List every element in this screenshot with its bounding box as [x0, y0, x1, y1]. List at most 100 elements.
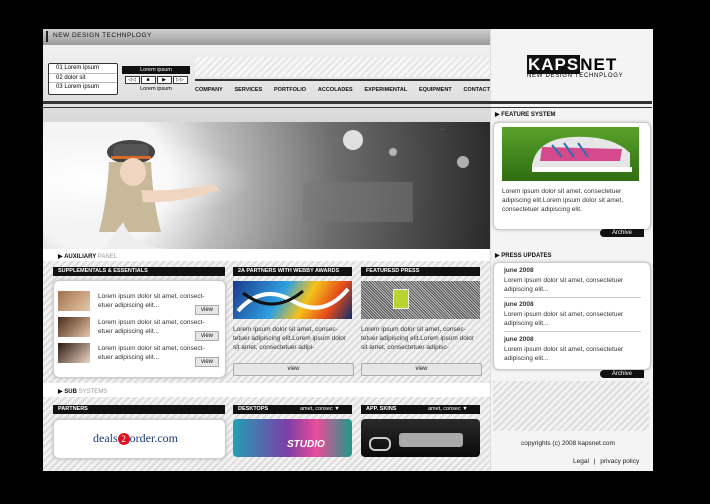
sneaker-illustration [532, 136, 632, 172]
main-nav: COMPANY SERVICES PORTFOLIO ACCOLADES EXP… [195, 87, 490, 99]
media-player: Lorem ipsum ◁◁ ■ ▶ ▷▷ Lorem ipsum [122, 66, 190, 94]
nav-accolades[interactable]: ACCOLADES [318, 87, 353, 99]
sub-marker-icon: ▶ [58, 389, 63, 395]
nav-company[interactable]: COMPANY [195, 87, 223, 99]
app-skins-select-value: amet, consec [428, 406, 461, 412]
webby-text: Lorem ipsum dolor sit amet, consec-tetue… [233, 326, 347, 351]
quick-list-item[interactable]: 03 Lorem ipsum [49, 83, 117, 92]
view-button[interactable]: view [195, 305, 219, 315]
footer-separator: | [593, 458, 596, 465]
play-button[interactable]: ▶ [156, 76, 172, 84]
header-rule [43, 101, 490, 104]
player-controls: ◁◁ ■ ▶ ▷▷ [122, 76, 190, 84]
logo-rule [490, 101, 652, 104]
webby-image[interactable] [233, 281, 352, 319]
stop-button[interactable]: ■ [140, 76, 156, 84]
feature-archive-button[interactable]: Archive [600, 229, 644, 237]
nav-experimental[interactable]: EXPERIMENTAL [365, 87, 408, 99]
press-date: june 2008 [504, 336, 534, 343]
aux-light: PANEL [97, 254, 117, 260]
app-skins-title: APP. SKINS [366, 406, 397, 412]
press-text[interactable]: Lorem ipsum dolor sit amet, consectetuer… [504, 276, 644, 294]
webby-view-button[interactable]: view [233, 363, 354, 376]
aux-bold: AUXILIARY [64, 254, 97, 260]
skin-ring [369, 437, 391, 451]
supplementals-title: SUPPLEMENTALS & ESSENTIALS [53, 267, 225, 276]
press-text[interactable]: Lorem ipsum dolor sit amet, consectetuer… [504, 345, 644, 363]
forward-button[interactable]: ▷▷ [172, 76, 188, 84]
press-updates-label: ▶ PRESS UPDATES [495, 252, 552, 259]
aux-marker-icon: ▶ [58, 254, 63, 260]
footer-links: Legal | privacy policy [573, 458, 639, 465]
featured-press-view-button[interactable]: view [361, 363, 482, 376]
view-button[interactable]: view [195, 357, 219, 367]
press-text[interactable]: Lorem ipsum dolor sit amet, consectetuer… [504, 310, 644, 328]
feature-system-title: FEATURE SYSTEM [501, 112, 556, 118]
desktops-select[interactable]: amet, consec ▼ [300, 405, 340, 414]
logo-subtitle: NEW DESIGN TECHNPLOGY [527, 73, 624, 79]
logo-text-order: order.com [129, 431, 178, 445]
logo-text-deals: deals [93, 431, 118, 445]
graffiti-art [236, 287, 350, 313]
rewind-button[interactable]: ◁◁ [124, 76, 140, 84]
featured-press-title: FEATURESD PRESS [361, 267, 480, 276]
feature-system-label: ▶ FEATURE SYSTEM [495, 111, 556, 118]
chevron-down-icon: ▼ [462, 406, 468, 412]
privacy-link[interactable]: privacy policy [600, 458, 639, 465]
right-stripes [493, 381, 649, 431]
logo-net: NET [580, 55, 618, 74]
partners-panel: deals 2 order.com [53, 419, 226, 459]
copyright: copyrights (c) 2008 kapsnet.com [521, 440, 615, 447]
feature-text: Lorem ipsum dolor sit amet, consectetuer… [502, 188, 624, 213]
sub-bold: SUB [64, 389, 77, 395]
site-logo[interactable]: KAPSNET NEW DESIGN TECHNPLOGY [527, 55, 623, 79]
app-skins-select[interactable]: amet, consec ▼ [428, 405, 468, 414]
nav-portfolio[interactable]: PORTFOLIO [274, 87, 306, 99]
hero-caption: … [441, 126, 445, 131]
logo-circle-2: 2 [117, 433, 130, 445]
nav-decor [195, 57, 490, 77]
quick-list: 01 Lorem ipsum 02 dolor sit 03 Lorem ips… [48, 63, 118, 95]
view-button[interactable]: view [195, 331, 219, 341]
desktops-select-value: amet, consec [300, 406, 333, 412]
desktops-image-text: STUDIO [287, 439, 325, 450]
desktops-image[interactable]: STUDIO [233, 419, 352, 457]
desktops-title: DESKTOPS [238, 406, 269, 412]
nav-rule [195, 79, 490, 81]
press-date: june 2008 [504, 267, 534, 274]
quick-list-item[interactable]: 01 Lorem ipsum [49, 64, 117, 74]
logo-kaps: KAPS [527, 55, 581, 74]
feature-marker-icon: ▶ [495, 112, 500, 118]
feature-image[interactable] [502, 127, 639, 181]
nav-services[interactable]: SERVICES [235, 87, 263, 99]
player-title: Lorem ipsum [122, 66, 190, 74]
press-archive-button[interactable]: Archive [600, 370, 644, 378]
top-bar: NEW DESIGN TECHNPLOGY [43, 29, 490, 45]
press-divider [504, 297, 641, 298]
logo-rule-thin [490, 107, 652, 108]
header-rule-thin [43, 107, 490, 108]
deals2order-logo[interactable]: deals 2 order.com [93, 431, 178, 446]
partners-title: PARTNERS [53, 405, 225, 414]
webby-title: 2A PARTNERS WITH WEBBY AWARDS [233, 267, 352, 276]
skin-bar [399, 433, 463, 447]
page: NEW DESIGN TECHNPLOGY 01 Lorem ipsum 02 … [43, 29, 653, 471]
featured-press-text: Lorem ipsum dolor sit amet, consec-tetue… [361, 326, 475, 351]
header-tagline: NEW DESIGN TECHNPLOGY [53, 32, 152, 39]
press-date: june 2008 [504, 301, 534, 308]
featured-press-image[interactable] [361, 281, 480, 319]
bar-marker [46, 31, 48, 42]
nav-equipment[interactable]: EQUIPMENT [419, 87, 452, 99]
quick-list-item[interactable]: 02 dolor sit [49, 74, 117, 83]
legal-link[interactable]: Legal [573, 458, 589, 465]
press-item-thumb [393, 289, 409, 309]
press-divider [504, 331, 641, 332]
thumb-avatar[interactable] [58, 343, 90, 363]
app-skins-image[interactable] [361, 419, 480, 457]
chevron-down-icon: ▼ [334, 406, 340, 412]
player-caption: Lorem ipsum [140, 86, 172, 92]
auxiliary-label: ▶ AUXILIARY PANEL [58, 253, 117, 260]
nav-contact[interactable]: CONTACT [463, 87, 489, 99]
thumb-avatar[interactable] [58, 317, 90, 337]
thumb-avatar[interactable] [58, 291, 90, 311]
